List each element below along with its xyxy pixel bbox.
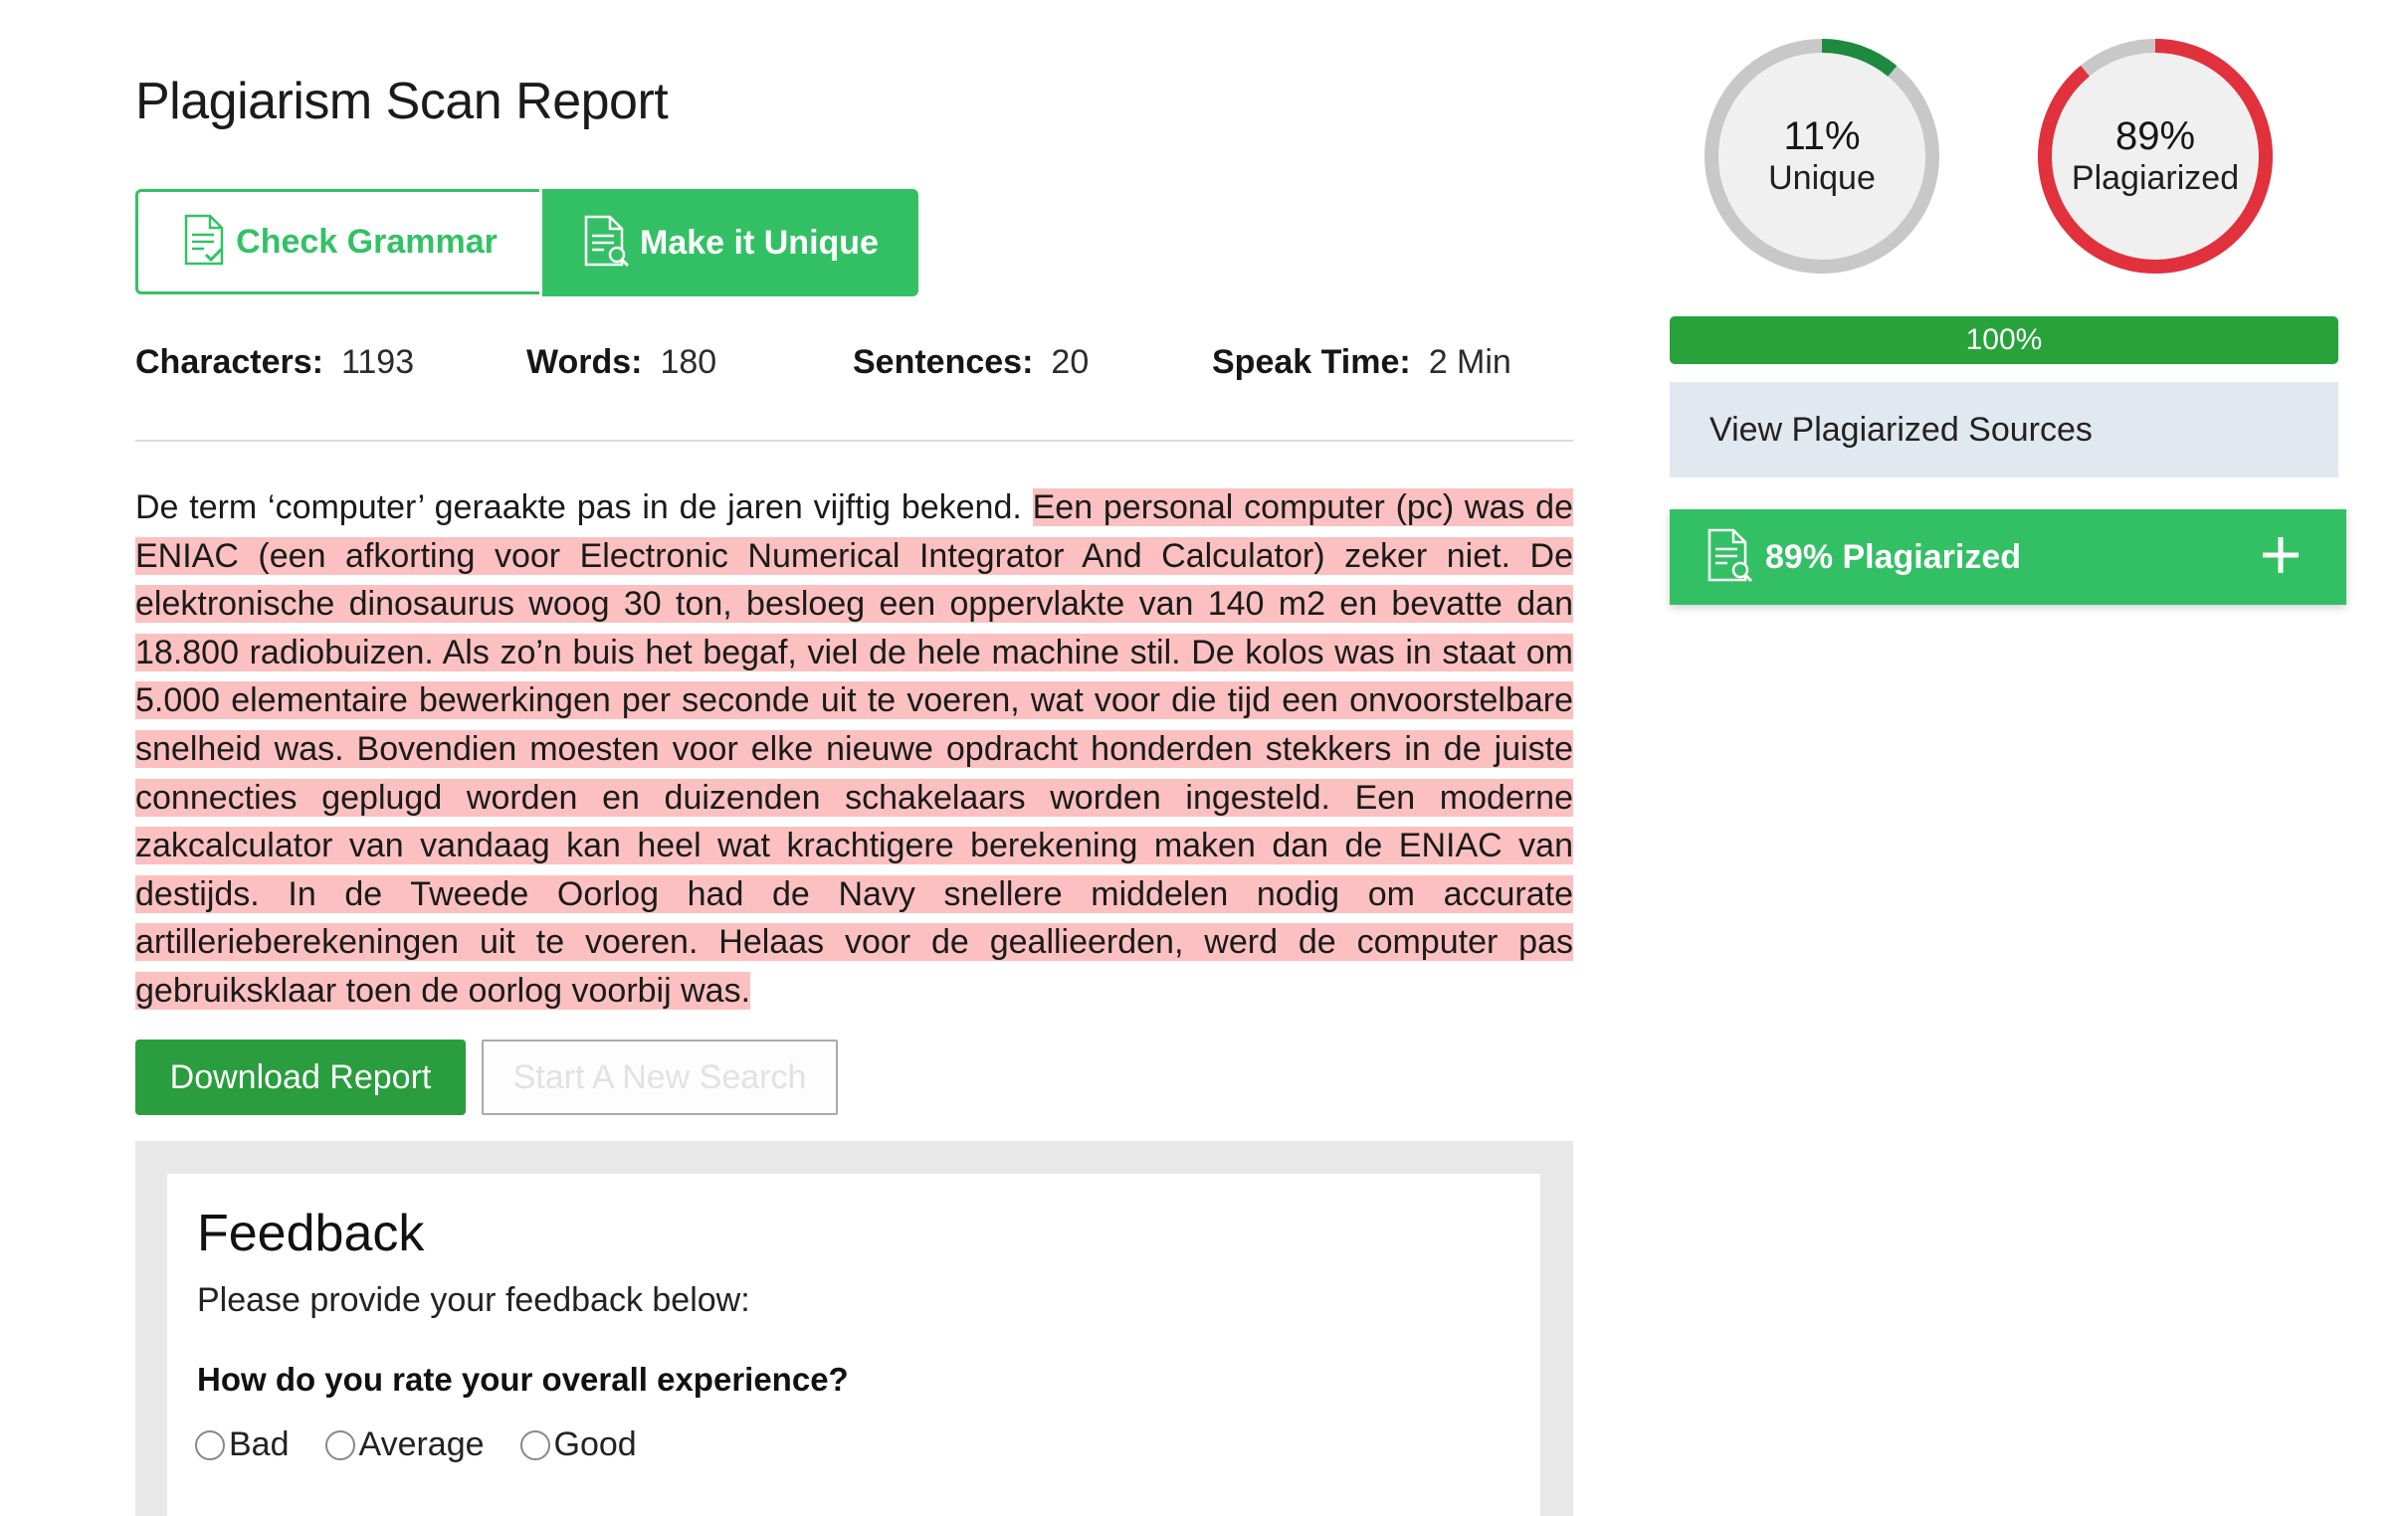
feedback-title: Feedback [197, 1205, 425, 1262]
speak-time-label: Speak Time: [1212, 343, 1411, 381]
text-stats: Characters: 1193 Words: 180 Sentences: 20 S… [135, 343, 1573, 393]
view-sources-button[interactable]: View Plagiarized Sources [1670, 382, 2338, 477]
rating-options: Bad Average Good [195, 1425, 637, 1464]
rating-option-average[interactable]: Average [324, 1425, 485, 1464]
new-search-button[interactable]: Start A New Search [482, 1040, 838, 1115]
words-value: 180 [660, 343, 717, 381]
unique-gauge: 11% Unique [1698, 32, 1946, 281]
plagiarized-summary-label: 89% Plagiarized [1765, 537, 2022, 576]
sentences-stat: Sentences: 20 [853, 343, 1089, 382]
document-search-icon [1706, 527, 1755, 588]
scanned-text: De term ‘computer’ geraakte pas in de ja… [135, 483, 1573, 1016]
feedback-question: How do you rate your overall experience? [197, 1361, 849, 1398]
speak-time-stat: Speak Time: 2 Min [1212, 343, 1511, 382]
rating-option-bad-label: Bad [229, 1425, 290, 1463]
plus-icon[interactable] [2253, 527, 2308, 583]
rating-option-good-label: Good [553, 1425, 637, 1463]
document-search-icon [582, 214, 632, 273]
plagiarized-text-segment: Een personal computer (pc) was de ENIAC … [135, 488, 1573, 1010]
feedback-section: Feedback Please provide your feedback be… [135, 1141, 1573, 1516]
characters-value: 1193 [340, 343, 415, 381]
download-report-button[interactable]: Download Report [135, 1040, 466, 1115]
plagiarized-gauge: 89% Plagiarized [2031, 32, 2280, 281]
feedback-card: Feedback Please provide your feedback be… [167, 1174, 1540, 1516]
rating-option-average-label: Average [358, 1425, 485, 1463]
plagiarized-label: Plagiarized [2071, 159, 2240, 197]
document-check-icon [180, 213, 228, 272]
scan-progress-bar: 100% [1670, 316, 2338, 364]
make-unique-label: Make it Unique [640, 223, 879, 262]
words-stat: Words: 180 [526, 343, 716, 382]
divider [135, 440, 1573, 442]
words-label: Words: [526, 343, 643, 381]
check-grammar-label: Check Grammar [236, 222, 498, 261]
radio-bad[interactable] [195, 1429, 225, 1460]
sentences-value: 20 [1051, 343, 1090, 381]
plagiarized-summary-toggle[interactable]: 89% Plagiarized [1670, 509, 2346, 605]
radio-average[interactable] [324, 1429, 355, 1460]
page-title: Plagiarism Scan Report [135, 73, 669, 130]
unique-percent: 11% [1783, 114, 1861, 158]
characters-stat: Characters: 1193 [135, 343, 414, 382]
plagiarized-percent: 89% [2114, 114, 2196, 158]
unique-text-segment: De term ‘computer’ geraakte pas in de ja… [135, 488, 1022, 526]
feedback-subtitle: Please provide your feedback below: [197, 1281, 750, 1319]
characters-label: Characters: [135, 343, 323, 381]
rating-option-good[interactable]: Good [519, 1425, 637, 1464]
make-unique-button[interactable]: Make it Unique [542, 189, 918, 296]
rating-option-bad[interactable]: Bad [195, 1425, 290, 1464]
check-grammar-button[interactable]: Check Grammar [135, 189, 539, 294]
radio-good[interactable] [519, 1429, 550, 1460]
sentences-label: Sentences: [853, 343, 1034, 381]
speak-time-value: 2 Min [1428, 343, 1511, 381]
unique-label: Unique [1768, 159, 1876, 197]
